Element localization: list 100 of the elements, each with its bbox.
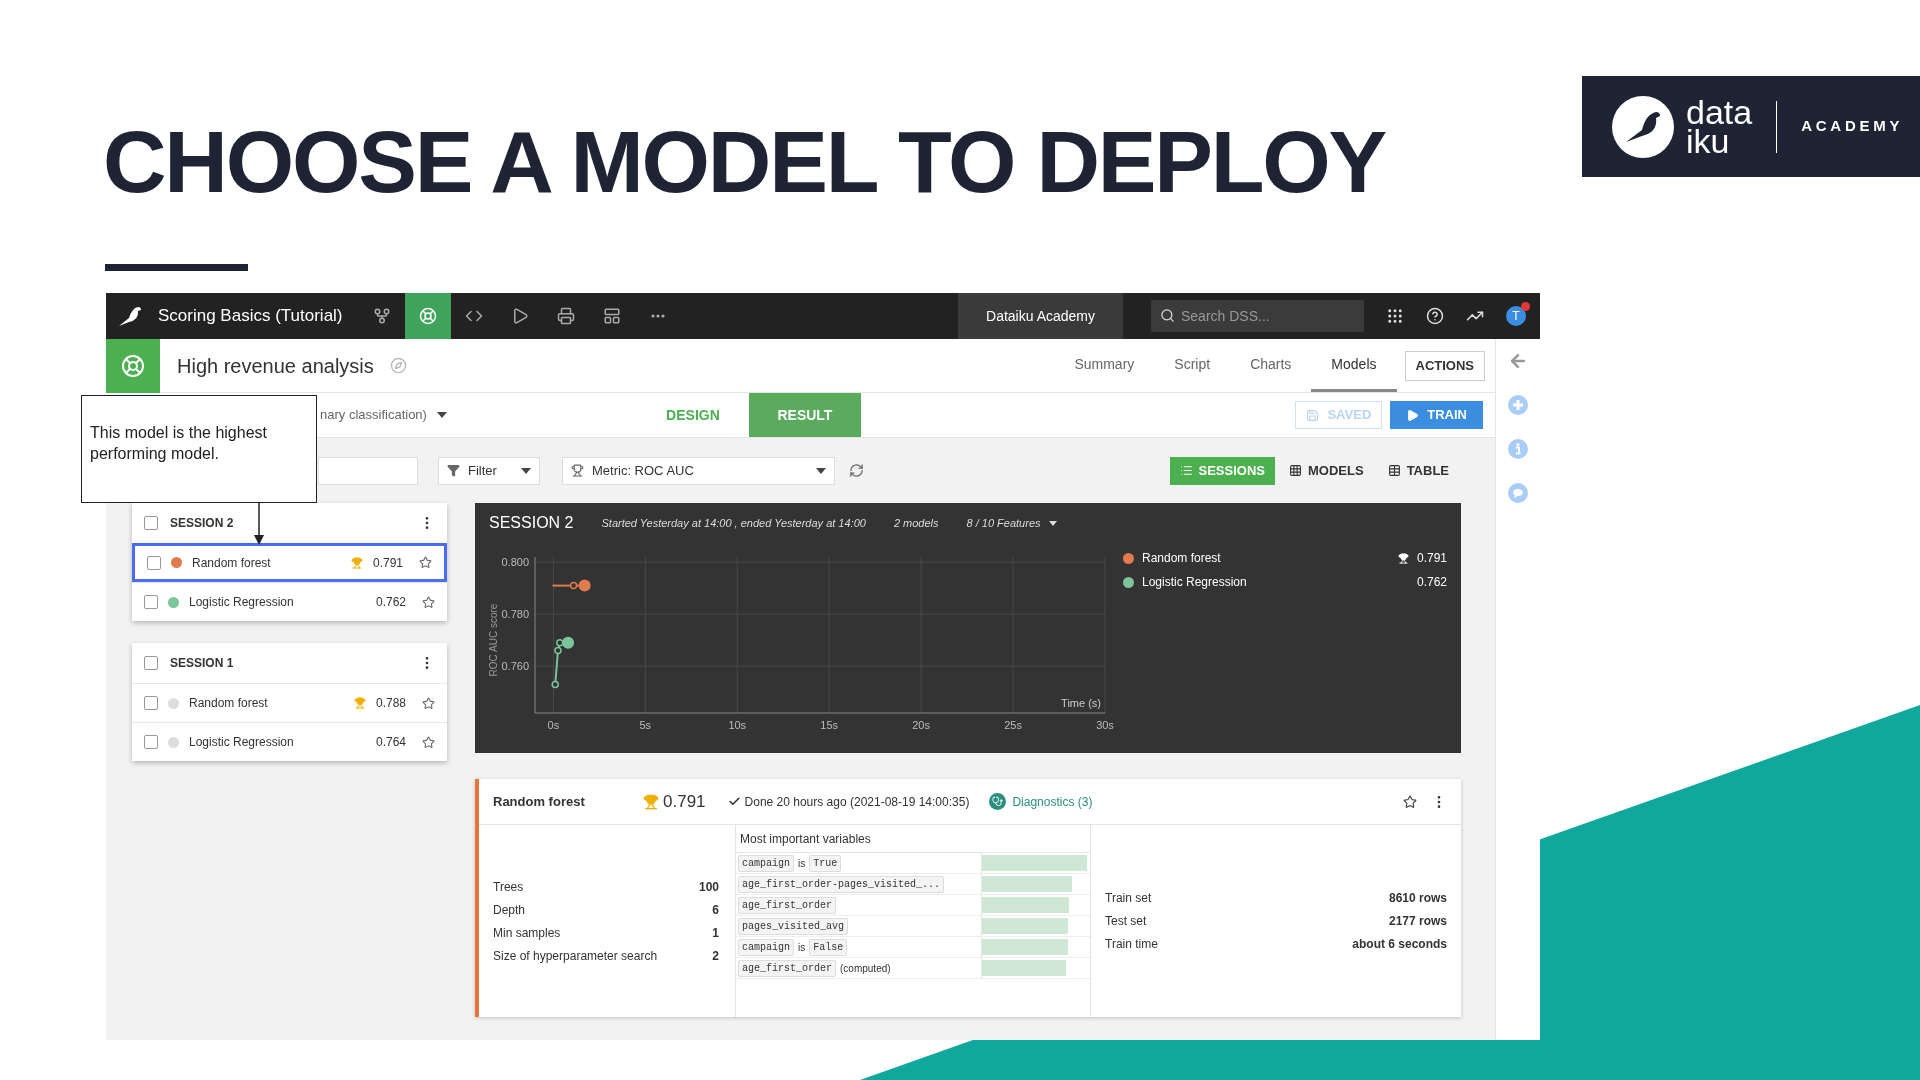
- legend-label: Random forest: [1142, 550, 1222, 567]
- y-tick-label: 0.800: [501, 556, 529, 569]
- search-icon: [1160, 308, 1175, 323]
- callout-box: This model is the highest performing model.: [81, 395, 317, 503]
- lifebuoy-icon: [418, 307, 437, 325]
- star-icon[interactable]: [422, 696, 435, 710]
- train-label: Train set: [1105, 890, 1153, 907]
- features-dropdown[interactable]: 8 / 10 Features: [966, 514, 1057, 532]
- axis-title: ROC AUC score: [488, 603, 499, 677]
- trophy-icon: [571, 464, 584, 477]
- x-tick-label: 30s: [1096, 719, 1115, 731]
- stethoscope-icon: [989, 793, 1007, 810]
- actions-button[interactable]: ACTIONS: [1404, 350, 1485, 381]
- nav-tab[interactable]: Charts: [1230, 339, 1312, 392]
- view-tab[interactable]: TABLE: [1377, 456, 1459, 485]
- checkbox[interactable]: [144, 696, 158, 710]
- instance-label: Dataiku Academy: [958, 293, 1123, 339]
- star-icon[interactable]: [1403, 794, 1417, 809]
- nav-tab[interactable]: Script: [1154, 339, 1231, 392]
- x-tick-label: 15s: [820, 719, 839, 731]
- model-count: 2 models: [893, 515, 939, 531]
- logo-text: data: [1686, 97, 1753, 127]
- variable-chip: True: [809, 854, 842, 872]
- lifebuoy-icon: [121, 353, 145, 378]
- checkbox[interactable]: [144, 516, 158, 530]
- train-value: about 6 seconds: [1352, 936, 1447, 953]
- model-score: 0.788: [375, 695, 406, 712]
- model-row[interactable]: Logistic Regression 0.764: [132, 722, 447, 761]
- data-point: [552, 584, 555, 587]
- view-tab[interactable]: MODELS: [1279, 456, 1374, 485]
- checkbox[interactable]: [144, 735, 158, 749]
- help-icon[interactable]: [1426, 307, 1444, 325]
- save-icon: [1306, 408, 1320, 422]
- caret-icon: [521, 467, 531, 474]
- y-tick-label: 0.760: [501, 660, 529, 673]
- printer-icon: [556, 307, 575, 325]
- task-type: nary classification): [320, 406, 427, 425]
- play-icon: [1406, 408, 1420, 422]
- legend-score: 0.762: [1416, 574, 1447, 591]
- session-title: SESSION 2: [489, 513, 574, 533]
- param-label: Size of hyperparameter search: [493, 947, 659, 965]
- model-score: 0.762: [375, 594, 406, 611]
- param-value: 6: [712, 901, 719, 919]
- param-label: Min samples: [493, 924, 562, 942]
- model-name: Random forest: [189, 695, 269, 712]
- project-name: Scoring Basics (Tutorial): [158, 305, 343, 328]
- variable-text: is: [798, 856, 806, 871]
- param-label: Trees: [493, 878, 525, 896]
- variable-chip: False: [809, 938, 848, 956]
- model-name: Random forest: [192, 554, 272, 572]
- model-row[interactable]: Random forest 0.788: [132, 683, 447, 722]
- model-score: 0.764: [375, 734, 406, 751]
- list-icon: [1179, 464, 1193, 477]
- variables-title: Most important variables: [736, 825, 1090, 853]
- filter-dropdown[interactable]: Filter: [438, 456, 540, 485]
- train-value: 2177 rows: [1388, 913, 1447, 930]
- variable-text: (computed): [840, 961, 891, 976]
- metric-dropdown[interactable]: Metric: ROC AUC: [562, 456, 835, 485]
- variable-chip: age_first_order: [738, 959, 836, 977]
- callout-arrow: [254, 503, 264, 545]
- nav-tab[interactable]: Summary: [1054, 339, 1155, 392]
- param-value: 2: [712, 947, 719, 965]
- param-label: Depth: [493, 901, 527, 919]
- logo-tagline: ACADEMY: [1801, 116, 1904, 137]
- nav-button[interactable]: [404, 293, 451, 339]
- star-icon[interactable]: [422, 735, 435, 749]
- apps-grid-icon[interactable]: [1386, 307, 1404, 325]
- star-icon[interactable]: [419, 556, 432, 569]
- train-label: Train time: [1105, 936, 1159, 953]
- model-row[interactable]: Random forest 0.791: [132, 543, 447, 582]
- x-tick-label: 10s: [728, 719, 747, 731]
- session-timing: Started Yesterday at 14:00 , ended Yesterday at 14:00: [601, 515, 866, 531]
- variable-chip: age_first_order-pages_visited_...: [738, 875, 945, 893]
- variable-chip: campaign: [738, 938, 794, 956]
- funnel-icon: [447, 464, 460, 477]
- more-icon: [650, 314, 665, 318]
- model-status: Done 20 hours ago (2021-08-19 14:00:35): [744, 793, 970, 811]
- variable-chip: campaign: [738, 854, 794, 872]
- checkbox[interactable]: [144, 656, 158, 670]
- data-point: [551, 680, 559, 689]
- caret-icon: [816, 467, 826, 474]
- check-icon: [727, 795, 741, 808]
- logo-text: iku: [1686, 126, 1730, 156]
- model-name: Logistic Regression: [189, 734, 295, 751]
- panel-icon: [602, 307, 621, 325]
- x-tick-label: 0s: [547, 719, 560, 731]
- search-field[interactable]: [318, 456, 418, 485]
- param-value: 1: [712, 924, 719, 942]
- grid-icon: [1289, 464, 1302, 477]
- model-row[interactable]: Logistic Regression 0.762: [132, 582, 447, 621]
- star-icon[interactable]: [422, 595, 435, 609]
- search-field[interactable]: Search DSS...: [1151, 300, 1364, 332]
- checkbox[interactable]: [147, 555, 161, 570]
- diagnostics-link[interactable]: Diagnostics (3): [1012, 792, 1093, 811]
- session-title: SESSION 1: [170, 655, 235, 672]
- refresh-icon[interactable]: [849, 463, 864, 478]
- analysis-title: High revenue analysis: [177, 353, 374, 379]
- train-label: Test set: [1105, 913, 1148, 930]
- checkbox[interactable]: [144, 595, 158, 609]
- axis-title: Time (s): [1061, 697, 1101, 709]
